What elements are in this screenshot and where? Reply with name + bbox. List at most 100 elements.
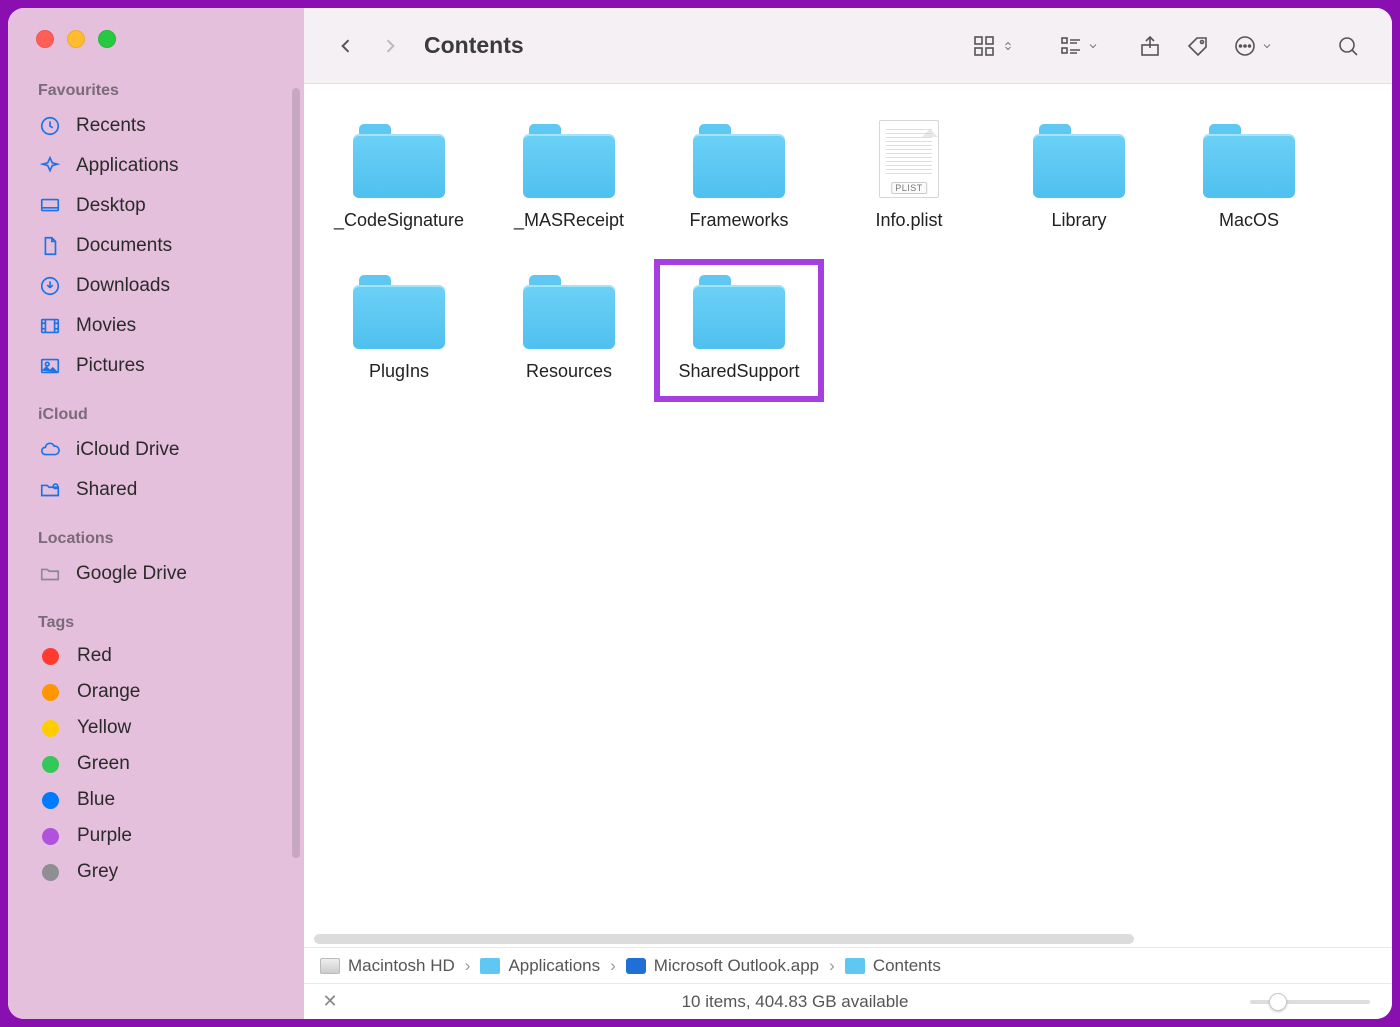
path-crumb-label: Applications [508,956,600,976]
file-item[interactable]: Library [994,108,1164,251]
sidebar-heading: iCloud [8,400,304,430]
file-item-label: _MASReceipt [514,210,624,231]
sidebar-item-label: Movies [76,315,136,337]
horizontal-scrollbar[interactable] [304,931,1392,947]
sidebar-item-recents[interactable]: Recents [8,106,304,146]
close-window-button[interactable] [36,30,54,48]
clock-icon [38,114,62,138]
file-item-label: Library [1051,210,1106,231]
path-crumb-label: Contents [873,956,941,976]
sidebar-heading: Favourites [8,76,304,106]
sidebar-tag-grey[interactable]: Grey [8,854,304,890]
sidebar-tag-blue[interactable]: Blue [8,782,304,818]
close-pathbar-button[interactable]: ✕ [320,991,340,1012]
sidebar-item-label: Desktop [76,195,146,217]
tag-color-dot [42,756,59,773]
sidebar-item-downloads[interactable]: Downloads [8,266,304,306]
file-grid-area[interactable]: _CodeSignature_MASReceiptFrameworksPLIST… [304,84,1392,931]
path-crumb[interactable]: Macintosh HD [320,956,455,976]
path-crumb[interactable]: Microsoft Outlook.app [626,956,819,976]
path-crumb[interactable]: Applications [480,956,600,976]
file-item[interactable]: PlugIns [314,259,484,402]
tag-color-dot [42,648,59,665]
icon-size-slider[interactable] [1250,1000,1370,1004]
sidebar-tag-yellow[interactable]: Yellow [8,710,304,746]
sidebar-item-icloud-drive[interactable]: iCloud Drive [8,430,304,470]
sidebar-tag-orange[interactable]: Orange [8,674,304,710]
tags-button[interactable] [1178,28,1218,64]
sidebar-item-pictures[interactable]: Pictures [8,346,304,386]
file-item[interactable]: _MASReceipt [484,108,654,251]
sidebar-item-movies[interactable]: Movies [8,306,304,346]
download-icon [38,274,62,298]
folder-icon [693,124,785,198]
folder-icon [38,562,62,586]
group-by-button[interactable] [1050,28,1108,64]
tag-label: Yellow [77,717,131,739]
folder-icon [693,275,785,349]
tag-label: Orange [77,681,140,703]
file-item-label: _CodeSignature [334,210,464,231]
sidebar-item-shared[interactable]: Shared [8,470,304,510]
apps-icon [38,154,62,178]
sidebar-tag-green[interactable]: Green [8,746,304,782]
back-button[interactable] [328,28,364,64]
status-text: 10 items, 404.83 GB available [340,992,1250,1012]
sidebar-item-documents[interactable]: Documents [8,226,304,266]
sidebar: Favourites Recents Applications Desktop … [8,8,304,1019]
tag-color-dot [42,828,59,845]
sidebar-item-label: Downloads [76,275,170,297]
sidebar-section-locations: Locations Google Drive [8,524,304,594]
path-bar: Macintosh HD›Applications›Microsoft Outl… [304,947,1392,983]
sidebar-section-icloud: iCloud iCloud Drive Shared [8,400,304,510]
tag-label: Grey [77,861,118,883]
sidebar-item-label: Pictures [76,355,145,377]
folder-icon [523,124,615,198]
path-separator: › [825,956,839,976]
folder-icon [1203,124,1295,198]
forward-button[interactable] [372,28,408,64]
sidebar-item-label: Shared [76,479,137,501]
sidebar-item-desktop[interactable]: Desktop [8,186,304,226]
sidebar-item-google-drive[interactable]: Google Drive [8,554,304,594]
file-item[interactable]: Resources [484,259,654,402]
toolbar: Contents [304,8,1392,84]
sidebar-section-tags: Tags Red Orange Yellow Green Blue Purple Grey [8,608,304,890]
file-item[interactable]: SharedSupport [654,259,824,402]
sidebar-tag-purple[interactable]: Purple [8,818,304,854]
minimize-window-button[interactable] [67,30,85,48]
file-item[interactable]: Frameworks [654,108,824,251]
file-item-label: SharedSupport [678,361,799,382]
sidebar-tag-red[interactable]: Red [8,638,304,674]
actions-menu-button[interactable] [1226,28,1280,64]
slider-knob[interactable] [1269,993,1287,1011]
path-crumb-label: Microsoft Outlook.app [654,956,819,976]
folder-icon [353,124,445,198]
folder-icon [353,275,445,349]
scrollbar-thumb[interactable] [314,934,1134,944]
search-button[interactable] [1328,28,1368,64]
shared-folder-icon [38,478,62,502]
tag-color-dot [42,720,59,737]
folder-icon [523,275,615,349]
cloud-icon [38,438,62,462]
window-controls [8,30,304,48]
file-item[interactable]: _CodeSignature [314,108,484,251]
tag-label: Green [77,753,130,775]
file-item[interactable]: PLISTInfo.plist [824,108,994,251]
share-button[interactable] [1130,28,1170,64]
sidebar-section-favourites: Favourites Recents Applications Desktop … [8,76,304,386]
sidebar-item-label: Recents [76,115,146,137]
path-crumb[interactable]: Contents [845,956,941,976]
sidebar-heading: Tags [8,608,304,638]
tag-label: Purple [77,825,132,847]
fullscreen-window-button[interactable] [98,30,116,48]
sidebar-item-applications[interactable]: Applications [8,146,304,186]
picture-icon [38,354,62,378]
plist-file-icon: PLIST [879,120,939,198]
disk-icon [320,958,340,974]
file-item[interactable]: MacOS [1164,108,1334,251]
document-icon [38,234,62,258]
view-mode-button[interactable] [964,28,1022,64]
folder-blue-icon [845,958,865,974]
